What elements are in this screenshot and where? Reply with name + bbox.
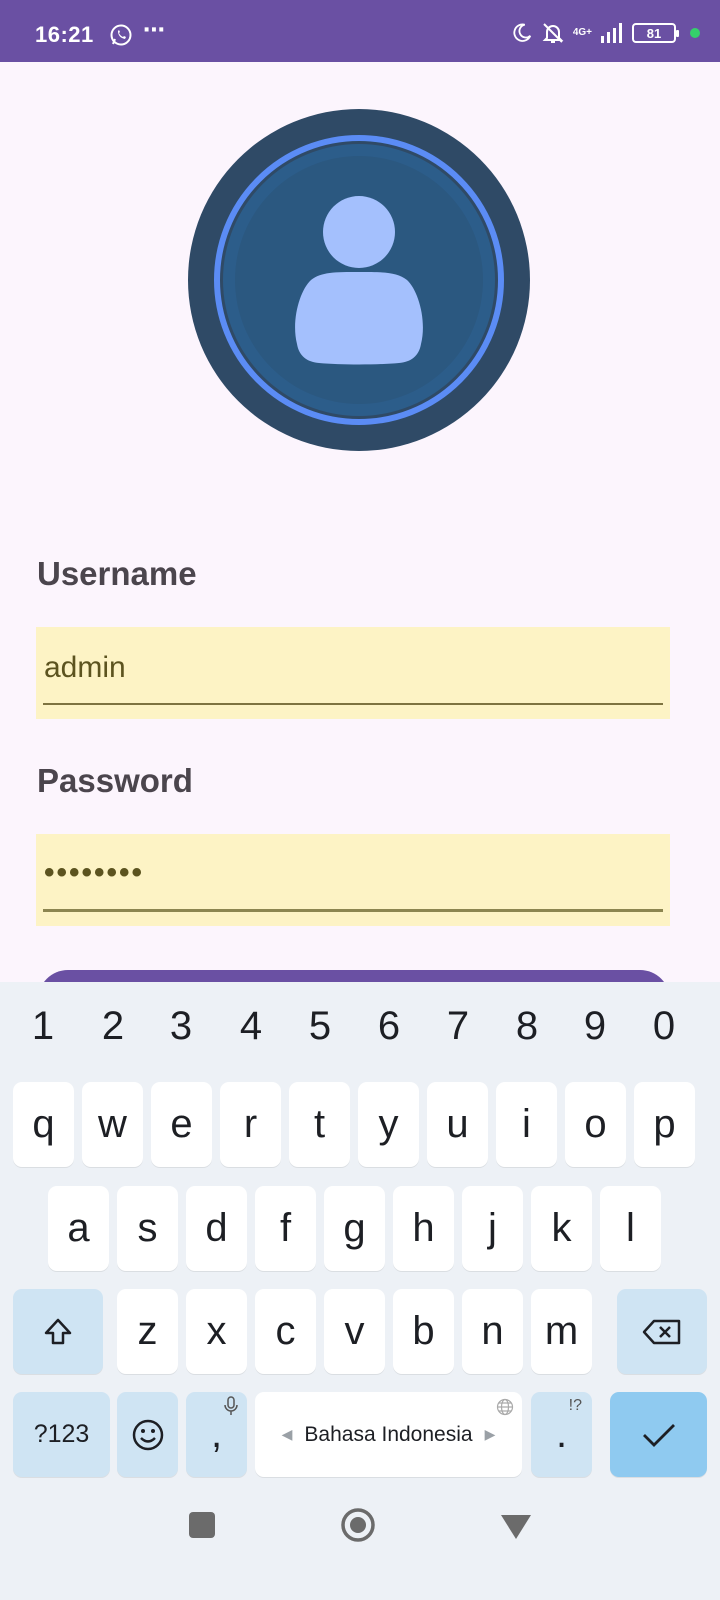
key-z[interactable]: z <box>117 1289 178 1374</box>
username-value: admin <box>44 651 126 684</box>
comma-key[interactable]: , <box>186 1392 247 1477</box>
key-b[interactable]: b <box>393 1289 454 1374</box>
key-y[interactable]: y <box>358 1082 419 1167</box>
space-key[interactable]: ◀ Bahasa Indonesia ▶ <box>255 1392 522 1477</box>
key-5[interactable]: 5 <box>292 1004 348 1049</box>
check-icon <box>642 1423 675 1447</box>
key-s[interactable]: s <box>117 1186 178 1271</box>
language-left-icon: ◀ <box>281 1426 293 1442</box>
shift-icon <box>44 1318 72 1344</box>
username-underline <box>43 703 663 705</box>
key-c[interactable]: c <box>255 1289 316 1374</box>
home-button[interactable] <box>340 1507 376 1543</box>
key-7[interactable]: 7 <box>430 1004 486 1049</box>
key-l[interactable]: l <box>600 1186 661 1271</box>
key-x[interactable]: x <box>186 1289 247 1374</box>
key-e[interactable]: e <box>151 1082 212 1167</box>
password-field[interactable]: •••••••• <box>36 834 670 926</box>
password-value: •••••••• <box>44 856 145 889</box>
network-type-label: 4G+ <box>572 27 592 38</box>
password-label: Password <box>37 762 193 799</box>
key-m[interactable]: m <box>531 1289 592 1374</box>
username-field[interactable]: admin <box>36 627 670 719</box>
key-0[interactable]: 0 <box>636 1004 692 1049</box>
emoji-icon <box>132 1419 163 1450</box>
bell-muted-icon <box>542 23 564 43</box>
username-label: Username <box>37 555 197 592</box>
number-row: 1 2 3 4 5 6 7 8 9 0 <box>0 982 720 1078</box>
key-r[interactable]: r <box>220 1082 281 1167</box>
key-t[interactable]: t <box>289 1082 350 1167</box>
key-d[interactable]: d <box>186 1186 247 1271</box>
language-right-icon: ▶ <box>484 1426 496 1442</box>
key-2[interactable]: 2 <box>85 1004 141 1049</box>
key-1[interactable]: 1 <box>15 1004 71 1049</box>
status-time: 16:21 <box>35 22 94 47</box>
more-notifications-icon: ⋯ <box>143 17 166 42</box>
period-key[interactable]: . !? <box>531 1392 592 1477</box>
key-o[interactable]: o <box>565 1082 626 1167</box>
password-underline <box>43 909 663 912</box>
key-6[interactable]: 6 <box>361 1004 417 1049</box>
key-u[interactable]: u <box>427 1082 488 1167</box>
comma-label: , <box>210 1412 223 1456</box>
status-icons: 4G+ 81 <box>511 20 700 46</box>
whatsapp-icon <box>110 24 132 46</box>
key-j[interactable]: j <box>462 1186 523 1271</box>
key-q[interactable]: q <box>13 1082 74 1167</box>
status-bar: 16:21 ⋯ 4G+ 81 <box>0 0 720 62</box>
key-4[interactable]: 4 <box>223 1004 279 1049</box>
microphone-icon <box>224 1396 238 1415</box>
backspace-icon <box>642 1319 681 1344</box>
key-p[interactable]: p <box>634 1082 695 1167</box>
key-g[interactable]: g <box>324 1186 385 1271</box>
key-8[interactable]: 8 <box>499 1004 555 1049</box>
signal-icon <box>601 23 622 43</box>
battery-icon: 81 <box>632 23 679 43</box>
key-w[interactable]: w <box>82 1082 143 1167</box>
key-i[interactable]: i <box>496 1082 557 1167</box>
moon-icon <box>513 23 531 42</box>
key-9[interactable]: 9 <box>567 1004 623 1049</box>
user-avatar-icon <box>188 109 530 451</box>
key-f[interactable]: f <box>255 1186 316 1271</box>
recent-apps-button[interactable] <box>189 1512 215 1538</box>
globe-icon <box>496 1398 514 1416</box>
back-button[interactable] <box>500 1514 532 1540</box>
key-v[interactable]: v <box>324 1289 385 1374</box>
key-n[interactable]: n <box>462 1289 523 1374</box>
key-k[interactable]: k <box>531 1186 592 1271</box>
key-3[interactable]: 3 <box>153 1004 209 1049</box>
period-label: . <box>555 1412 568 1456</box>
emoji-key[interactable] <box>117 1392 178 1477</box>
key-a[interactable]: a <box>48 1186 109 1271</box>
privacy-indicator-dot <box>690 28 700 38</box>
battery-level: 81 <box>646 25 662 41</box>
backspace-key[interactable] <box>617 1289 707 1374</box>
space-label: Bahasa Indonesia <box>304 1422 473 1446</box>
shift-key[interactable] <box>13 1289 103 1374</box>
period-hint: !? <box>568 1397 582 1414</box>
symbols-key[interactable]: ?123 <box>13 1392 110 1477</box>
navigation-bar <box>0 1470 720 1600</box>
key-h[interactable]: h <box>393 1186 454 1271</box>
enter-key[interactable] <box>610 1392 707 1477</box>
